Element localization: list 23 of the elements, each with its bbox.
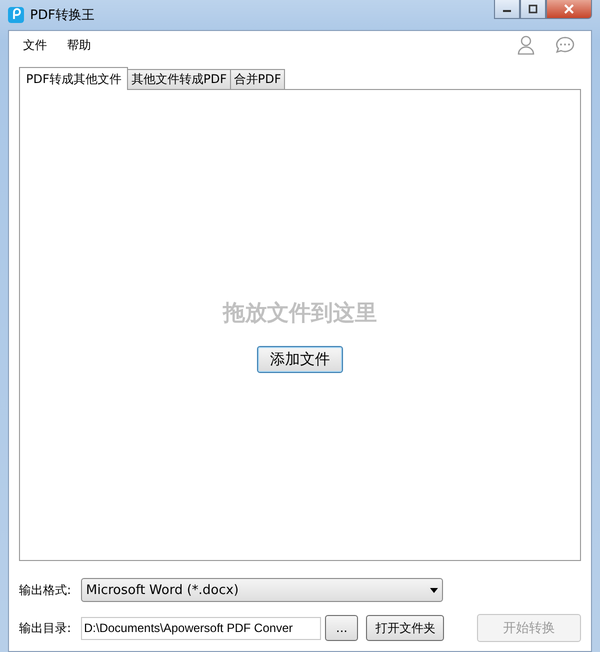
minimize-button[interactable]: [494, 0, 520, 19]
dropdown-arrow-icon: [430, 588, 438, 592]
maximize-icon: [528, 4, 538, 14]
menu-item[interactable]: 文件: [23, 36, 47, 54]
directory-field[interactable]: D:\Documents\Apowersoft PDF Conver: [81, 616, 321, 640]
format-dropdown[interactable]: Microsoft Word (*.docx): [81, 578, 443, 602]
browse-button[interactable]: ...: [325, 615, 358, 641]
tab[interactable]: PDF转成其他文件: [19, 67, 128, 90]
chat-icon[interactable]: [555, 36, 575, 54]
tab[interactable]: 合并PDF: [230, 69, 286, 89]
maximize-button[interactable]: [520, 0, 546, 19]
add-file-button[interactable]: 添加文件: [257, 346, 343, 372]
user-icon[interactable]: [517, 35, 535, 55]
output-format-label: 输出格式:: [19, 582, 72, 598]
window-title: PDF转换王: [30, 7, 94, 24]
app-logo-icon: [8, 7, 24, 23]
tab[interactable]: 其他文件转成PDF: [127, 69, 231, 89]
drop-hint: 拖放文件到这里: [223, 300, 377, 328]
close-button[interactable]: [546, 0, 592, 19]
menu-item[interactable]: 帮助: [67, 36, 91, 54]
open-folder-button[interactable]: 打开文件夹: [366, 615, 444, 641]
output-directory-label: 输出目录:: [19, 620, 72, 636]
close-icon: [564, 4, 574, 14]
